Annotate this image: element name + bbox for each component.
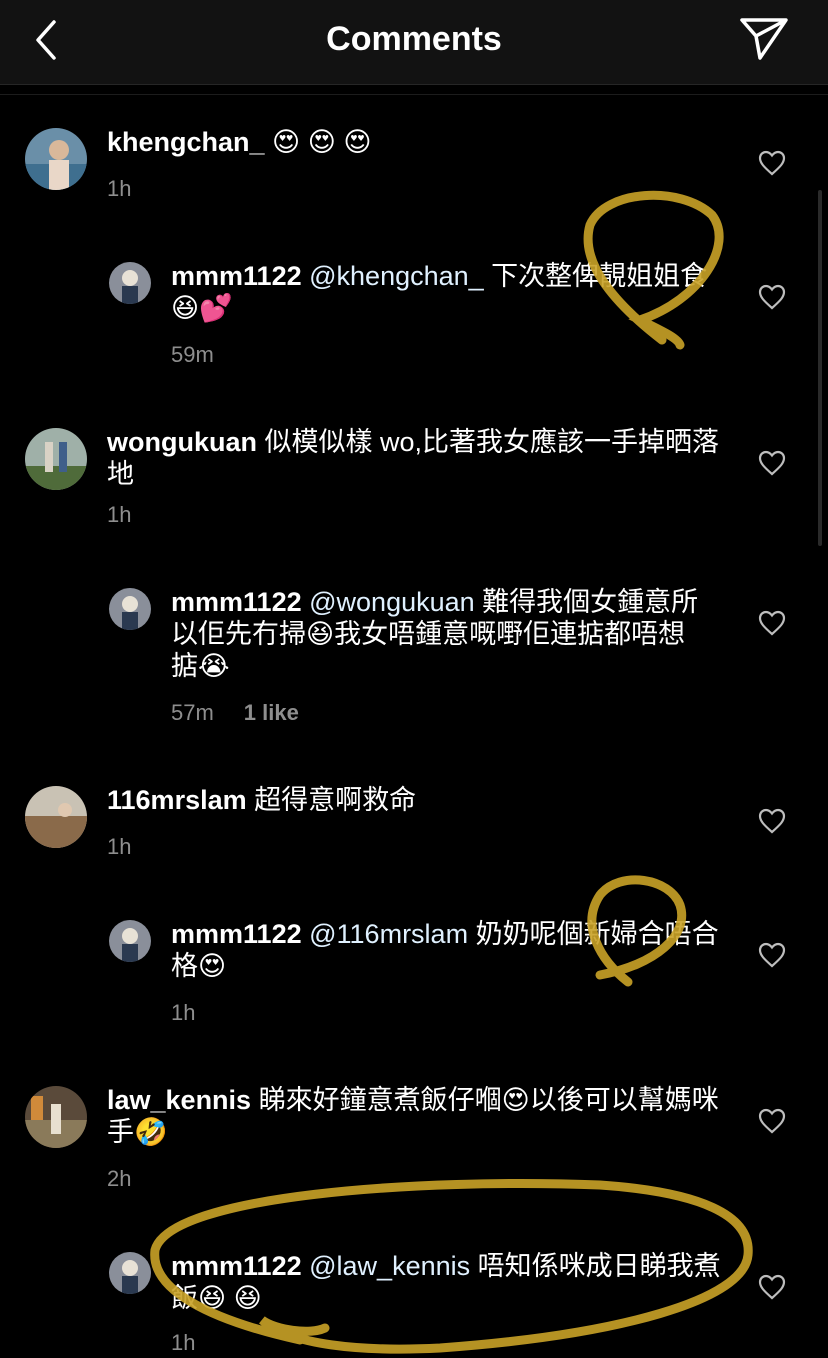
- comment-time: 1h: [107, 176, 132, 201]
- paper-plane-icon[interactable]: [738, 16, 790, 62]
- heart-icon[interactable]: [758, 1274, 786, 1300]
- page-title: Comments: [326, 20, 502, 58]
- header-divider: [0, 94, 828, 95]
- reply-mention[interactable]: @116mrslam: [309, 919, 468, 949]
- reply-text: mmm1122 @khengchan_ 下次整俾靚姐姐食😆💕: [171, 260, 731, 324]
- comment-time: 1h: [107, 502, 132, 527]
- comment-time: 1h: [107, 834, 132, 859]
- comment-username[interactable]: law_kennis: [107, 1085, 251, 1115]
- reply-mention[interactable]: @khengchan_: [309, 261, 484, 291]
- comment-username[interactable]: 116mrslam: [107, 785, 247, 815]
- heart-icon[interactable]: [758, 150, 786, 176]
- comment-meta: 1h: [107, 502, 131, 528]
- scrollbar[interactable]: [818, 190, 822, 546]
- reply-username[interactable]: mmm1122: [171, 1251, 302, 1281]
- header-bar: Comments: [0, 0, 828, 85]
- reply-avatar[interactable]: [109, 262, 151, 304]
- comment-meta: 2h: [107, 1166, 131, 1192]
- reply-username[interactable]: mmm1122: [171, 587, 302, 617]
- reply-mention[interactable]: @wongukuan: [309, 587, 475, 617]
- reply-likes-count[interactable]: 1 like: [244, 700, 299, 725]
- reply-meta: 1h: [171, 1000, 195, 1026]
- avatar[interactable]: [25, 428, 87, 490]
- avatar[interactable]: [25, 786, 87, 848]
- heart-icon[interactable]: [758, 808, 786, 834]
- comment-meta: 1h: [107, 176, 131, 202]
- heart-icon[interactable]: [758, 284, 786, 310]
- comment-text: wongukuan 似模似樣 wo,比著我女應該一手掉晒落地: [107, 426, 727, 490]
- reply-avatar[interactable]: [109, 1252, 151, 1294]
- reply-avatar[interactable]: [109, 920, 151, 962]
- reply-time: 57m: [171, 700, 214, 725]
- comment-text: law_kennis 睇來好鐘意煮飯仔嗰😍以後可以幫媽咪手🤣: [107, 1084, 727, 1148]
- heart-icon[interactable]: [758, 610, 786, 636]
- reply-avatar[interactable]: [109, 588, 151, 630]
- comment-body: 超得意啊救命: [246, 785, 417, 815]
- avatar[interactable]: [25, 1086, 87, 1148]
- reply-meta: 1h: [171, 1330, 195, 1356]
- comment-meta: 1h: [107, 834, 131, 860]
- heart-icon[interactable]: [758, 1108, 786, 1134]
- comment-text: 116mrslam 超得意啊救命: [107, 784, 727, 816]
- reply-time: 59m: [171, 342, 214, 367]
- reply-text: mmm1122 @116mrslam 奶奶呢個新婦合唔合格😍: [171, 918, 731, 982]
- avatar[interactable]: [25, 128, 87, 190]
- reply-username[interactable]: mmm1122: [171, 919, 302, 949]
- heart-icon[interactable]: [758, 450, 786, 476]
- reply-mention[interactable]: @law_kennis: [309, 1251, 470, 1281]
- reply-time: 1h: [171, 1000, 196, 1025]
- heart-icon[interactable]: [758, 942, 786, 968]
- comment-body: 😍 😍 😍: [264, 127, 372, 157]
- comment-text: khengchan_ 😍 😍 😍: [107, 126, 727, 158]
- reply-username[interactable]: mmm1122: [171, 261, 302, 291]
- reply-text: mmm1122 @law_kennis 唔知係咪成日睇我煮飯😆 😆: [171, 1250, 731, 1314]
- reply-time: 1h: [171, 1330, 196, 1355]
- comment-time: 2h: [107, 1166, 132, 1191]
- comment-username[interactable]: wongukuan: [107, 427, 257, 457]
- reply-text: mmm1122 @wongukuan 難得我個女鍾意所以佢先冇掃😆我女唔鍾意嘅嘢…: [171, 586, 711, 682]
- reply-meta: 57m 1 like: [171, 700, 299, 726]
- comment-username[interactable]: khengchan_: [107, 127, 265, 157]
- reply-meta: 59m: [171, 342, 214, 368]
